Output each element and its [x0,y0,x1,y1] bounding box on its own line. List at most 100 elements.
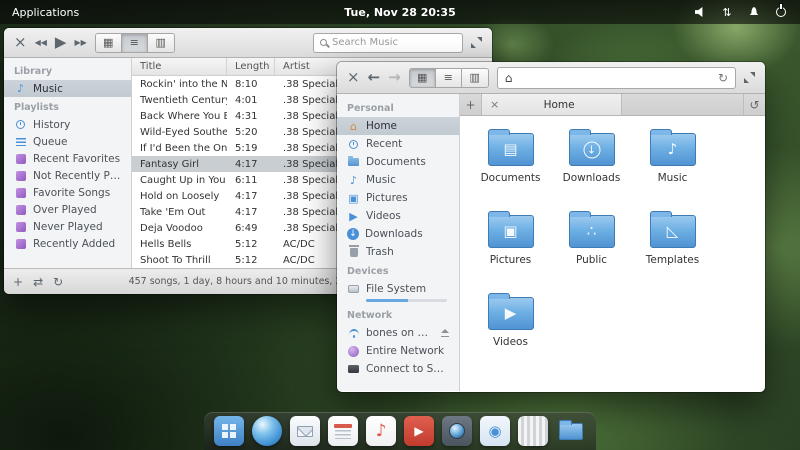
folder-item-music[interactable]: ♪ Music [632,128,713,210]
sidebar-item-documents[interactable]: Documents [337,153,459,171]
dock-item-music[interactable]: ♪ [366,416,396,446]
track-length: 5:12 [227,239,275,250]
network-header: Network [337,305,459,324]
dock: ♪ ▶ ◉ [204,412,596,450]
calendar-icon [334,424,352,428]
list-view-button[interactable]: ≡ [436,69,462,87]
documents-glyph: ▤ [489,134,533,165]
sidebar-item-connect-to-server[interactable]: Connect to Server… [337,360,459,378]
column-view-button[interactable]: ▥ [462,69,488,87]
volume-icon[interactable] [693,5,707,19]
column-header-title[interactable]: Title [132,58,227,75]
home-breadcrumb[interactable]: ⌂ [505,72,513,84]
envelope-icon [297,426,313,437]
folder-label: Pictures [490,254,532,266]
forward-button[interactable]: → [388,70,401,85]
sidebar-item-music[interactable]: ♪ Music [337,171,459,189]
notifications-icon[interactable] [747,5,761,19]
tab-close-icon[interactable]: × [490,98,499,111]
dock-item-appcenter[interactable] [518,416,548,446]
sidebar-item-recent-favorites[interactable]: Recent Favorites [4,150,131,167]
sidebar-item-trash[interactable]: Trash [337,243,459,261]
close-icon[interactable]: × [14,35,27,50]
previous-button[interactable]: ◀◀ [35,39,47,47]
dock-item-multitasking[interactable] [214,416,244,446]
grid-view-button[interactable]: ▦ [96,34,122,52]
smart-playlist-icon [14,239,27,249]
sidebar-item-label: File System [366,283,426,295]
folder-item-public[interactable]: ∴ Public [551,210,632,292]
sidebar-item-queue[interactable]: Queue [4,133,131,150]
sidebar-item-recently-added[interactable]: Recently Added [4,235,131,252]
folder-item-downloads[interactable]: ↓ Downloads [551,128,632,210]
sidebar-item-pictures[interactable]: ▣ Pictures [337,189,459,207]
downloads-glyph: ↓ [583,141,600,158]
dock-item-calendar[interactable] [328,416,358,446]
grid-view-button[interactable]: ▦ [410,69,436,87]
dock-item-mail[interactable] [290,416,320,446]
close-icon[interactable]: × [347,70,360,85]
refresh-icon[interactable]: ↻ [718,72,728,84]
folder-item-videos[interactable]: ▶ Videos [470,292,551,374]
sidebar-item-home[interactable]: ⌂ Home [337,117,459,135]
music-search-field[interactable] [313,33,463,53]
home-icon: ⌂ [347,121,360,132]
tab-label: Home [505,99,613,111]
folder-item-documents[interactable]: ▤ Documents [470,128,551,210]
tab-home[interactable]: × Home [482,94,622,115]
clock-icon [347,140,360,149]
sidebar-item-downloads[interactable]: ↓ Downloads [337,225,459,243]
sidebar-item-over-played[interactable]: Over Played [4,201,131,218]
eject-icon[interactable] [440,329,449,337]
dock-item-web-browser[interactable] [252,416,282,446]
trash-icon [347,248,360,257]
sidebar-item-videos[interactable]: ▶ Videos [337,207,459,225]
sidebar-item-never-played[interactable]: Never Played [4,218,131,235]
folder-item-templates[interactable]: ◺ Templates [632,210,713,292]
list-view-button[interactable]: ≡ [122,34,148,52]
track-title: If I'd Been the One [132,143,227,154]
sidebar-item-favorite-songs[interactable]: Favorite Songs [4,184,131,201]
queue-icon [14,138,27,146]
fullscreen-icon[interactable] [471,37,482,48]
column-view-button[interactable]: ▥ [148,34,174,52]
dock-item-videos[interactable]: ▶ [404,416,434,446]
playlists-header: Playlists [4,97,131,116]
applications-menu[interactable]: Applications [0,6,91,19]
column-header-length[interactable]: Length [227,58,275,75]
tab-history-button[interactable]: ↺ [743,94,765,115]
music-search-input[interactable] [332,37,456,48]
sidebar-item-filesystem[interactable]: File System [337,280,459,298]
sidebar-item-entire-network[interactable]: Entire Network [337,342,459,360]
sidebar-item-music[interactable]: ♪ Music [4,80,131,97]
folder-item-pictures[interactable]: ▣ Pictures [470,210,551,292]
network-icon[interactable]: ⇅ [720,5,734,19]
add-icon[interactable]: + [13,276,23,288]
power-icon[interactable] [774,5,788,19]
back-button[interactable]: ← [368,70,381,85]
sidebar-item-recent[interactable]: Recent [337,135,459,153]
sidebar-item-label: Music [366,174,396,186]
dock-item-photos[interactable]: ◉ [480,416,510,446]
fullscreen-icon[interactable] [744,72,755,83]
panel-clock[interactable]: Tue, Nov 28 20:35 [0,6,800,19]
play-button[interactable]: ▶ [55,35,67,50]
sidebar-item-not-recently-played[interactable]: Not Recently Played [4,167,131,184]
top-panel: Applications Tue, Nov 28 20:35 ⇅ [0,0,800,24]
path-bar[interactable]: ⌂ ↻ [497,67,736,89]
folder-icon [559,423,583,440]
dock-item-camera[interactable] [442,416,472,446]
track-length: 5:19 [227,143,275,154]
sidebar-item-network-share[interactable]: bones on 192.168.1… [337,324,459,342]
dock-item-files[interactable] [556,416,586,446]
new-tab-button[interactable]: + [460,94,482,115]
lens-icon: ◉ [488,424,501,439]
repeat-icon[interactable]: ↻ [53,276,63,288]
next-button[interactable]: ▶▶ [74,39,86,47]
public-glyph: ∴ [570,216,614,247]
sidebar-item-label: History [33,119,70,131]
smart-playlist-icon [14,222,27,232]
shuffle-icon[interactable]: ⇄ [33,276,43,288]
sidebar-item-history[interactable]: History [4,116,131,133]
track-length: 4:17 [227,159,275,170]
